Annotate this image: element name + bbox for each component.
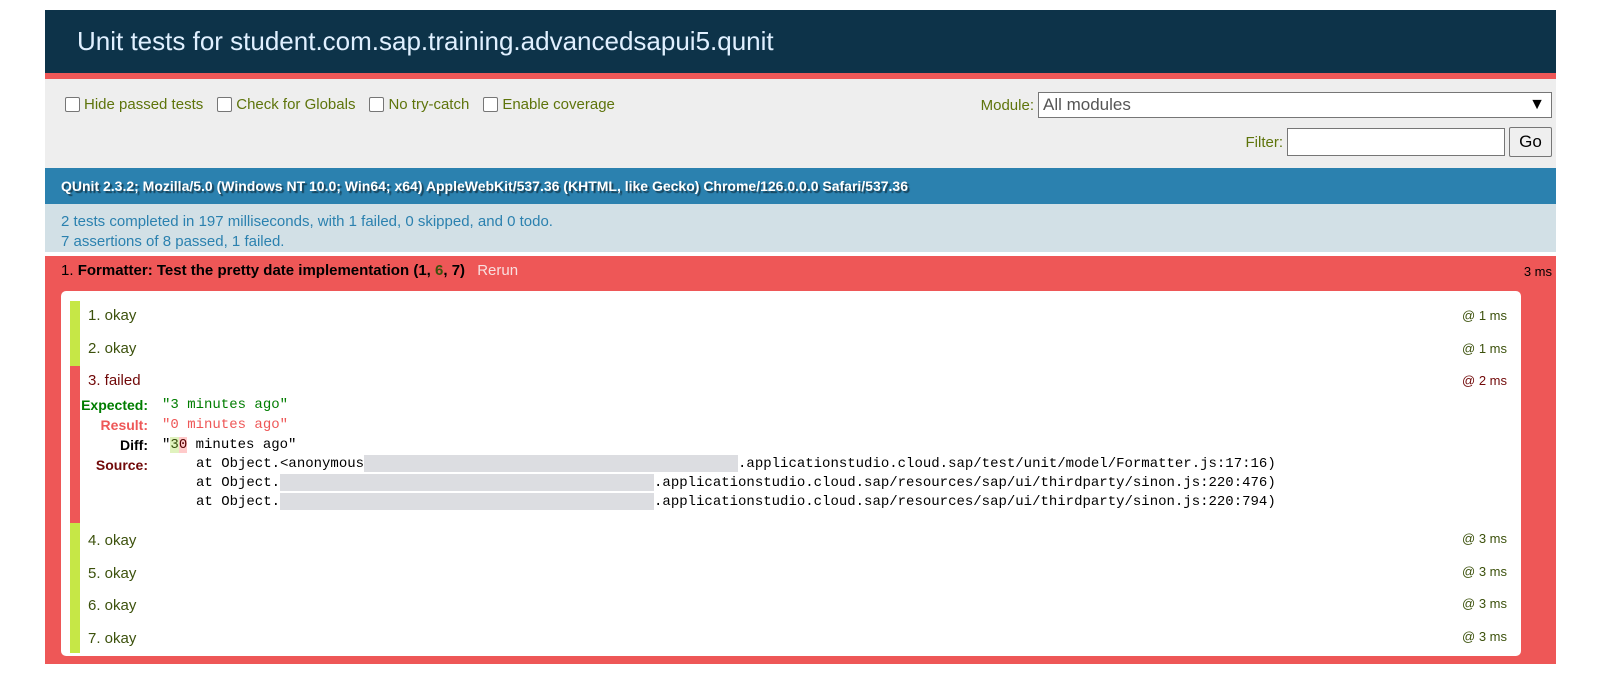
- test-index: 1.: [61, 262, 74, 279]
- assertion-item: 4. okay @ 3 ms: [70, 523, 1521, 556]
- option-label: Enable coverage: [502, 96, 615, 113]
- assertion-item: 2. okay @ 1 ms: [70, 334, 1521, 366]
- expected-value: "3 minutes ago": [162, 397, 289, 413]
- module-label: Module:: [980, 96, 1034, 114]
- qunit-toolbar: Hide passed tests Check for Globals No t…: [45, 79, 1556, 168]
- test-module: Formatter:: [77, 262, 153, 279]
- source-trace: at Object.<anonymous .applicationstudio.c…: [148, 455, 1276, 513]
- test-result: 1. Formatter: Test the pretty date imple…: [45, 256, 1556, 664]
- test-runtime: 3 ms: [1523, 264, 1552, 279]
- filter-input[interactable]: [1287, 128, 1505, 156]
- assertion-label: 1. okay: [88, 307, 137, 324]
- diff-inserted: 3: [170, 437, 179, 453]
- option-no-try-catch[interactable]: No try-catch: [369, 96, 469, 113]
- enable-coverage-checkbox[interactable]: [483, 97, 499, 112]
- stack-line: at Object. .applicationstudio.cloud.sap/r…: [196, 493, 1276, 511]
- assertion-item: 7. okay @ 3 ms: [70, 621, 1521, 653]
- expected-label: Expected:: [81, 397, 148, 413]
- dropdown-caret-icon: ▼: [1529, 96, 1545, 113]
- redacted-block: [364, 455, 739, 472]
- assertion-time: @ 3 ms: [1462, 596, 1507, 611]
- assertion-item-failed: 3. failed @ 2 ms Expected: "3 minutes ag…: [70, 366, 1521, 523]
- go-button[interactable]: Go: [1509, 127, 1552, 157]
- diff-label: Diff:: [120, 437, 148, 453]
- check-globals-checkbox[interactable]: [217, 97, 233, 112]
- assertion-label: 2. okay: [88, 340, 137, 357]
- diff-deleted: 0: [178, 437, 188, 453]
- option-check-globals[interactable]: Check for Globals: [217, 96, 355, 113]
- assertion-time: @ 1 ms: [1462, 341, 1507, 356]
- module-select[interactable]: All modules ▼: [1038, 92, 1552, 118]
- no-try-catch-checkbox[interactable]: [369, 97, 385, 112]
- total-count: 7: [451, 262, 461, 279]
- redacted-block: [280, 493, 655, 511]
- result-value: "0 minutes ago": [162, 417, 289, 433]
- assertion-item: 5. okay @ 3 ms: [70, 556, 1521, 588]
- option-enable-coverage[interactable]: Enable coverage: [483, 96, 615, 113]
- assertion-label: 7. okay: [88, 630, 137, 647]
- option-label: Check for Globals: [236, 96, 356, 113]
- assertion-label: 6. okay: [88, 597, 137, 614]
- qunit-page: Unit tests for student.com.sap.training.…: [45, 10, 1556, 664]
- result-label: Result:: [100, 417, 148, 433]
- assertion-label: 4. okay: [88, 532, 137, 549]
- filter-label: Filter:: [1245, 133, 1284, 151]
- rerun-link[interactable]: Rerun: [477, 262, 518, 279]
- page-title: Unit tests for student.com.sap.training.…: [45, 10, 1556, 79]
- test-summary: 2 tests completed in 197 milliseconds, w…: [45, 204, 1556, 256]
- summary-line-assertions: 7 assertions of 8 passed, 1 failed.: [61, 233, 285, 250]
- assertion-time: @ 1 ms: [1462, 308, 1507, 323]
- module-select-value: All modules: [1043, 95, 1131, 114]
- summary-line-tests: 2 tests completed in 197 milliseconds, w…: [61, 213, 553, 230]
- filter-row: Filter: Go: [1245, 127, 1552, 157]
- redacted-block: [280, 474, 655, 492]
- stack-line: at Object.<anonymous .applicationstudio.c…: [196, 455, 1276, 473]
- failure-detail: Expected: "3 minutes ago" Result: "0 min…: [80, 395, 1521, 513]
- test-name: Test the pretty date implementation: [156, 262, 410, 279]
- hide-passed-checkbox[interactable]: [65, 97, 80, 112]
- failed-count: 1: [418, 262, 427, 279]
- option-group: Hide passed tests Check for Globals No t…: [65, 96, 615, 113]
- assertion-time: @ 3 ms: [1462, 531, 1507, 546]
- assertion-label: 5. okay: [88, 565, 137, 582]
- diff-value: "30 minutes ago": [162, 437, 297, 453]
- module-row: Module: All modules ▼: [981, 92, 1552, 118]
- option-label: Hide passed tests: [84, 96, 204, 113]
- option-label: No try-catch: [388, 96, 470, 113]
- option-hide-passed[interactable]: Hide passed tests: [65, 96, 203, 113]
- assertion-time: @ 3 ms: [1462, 629, 1507, 644]
- source-label: Source:: [95, 457, 148, 473]
- assertion-item: 1. okay @ 1 ms: [70, 301, 1521, 334]
- user-agent-bar: QUnit 2.3.2; Mozilla/5.0 (Windows NT 10.…: [45, 168, 1556, 204]
- assertion-label: 3. failed: [88, 372, 141, 389]
- assertion-time: @ 2 ms: [1462, 373, 1507, 388]
- assertion-list: 1. okay @ 1 ms 2. okay @ 1 ms 3. failed …: [61, 291, 1521, 656]
- test-title[interactable]: 1. Formatter: Test the pretty date imple…: [45, 256, 1556, 288]
- stack-line: at Object. .applicationstudio.cloud.sap/r…: [196, 474, 1276, 492]
- assertion-item: 6. okay @ 3 ms: [70, 588, 1521, 621]
- assertion-time: @ 3 ms: [1462, 564, 1507, 579]
